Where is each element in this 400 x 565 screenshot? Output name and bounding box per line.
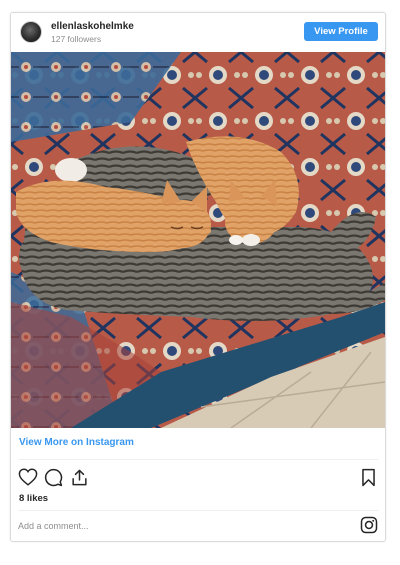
view-more-on-instagram-link[interactable]: View More on Instagram [19,437,134,448]
like-count[interactable]: 8 likes [19,493,48,504]
view-profile-button[interactable]: View Profile [304,22,378,41]
instagram-icon[interactable] [360,516,378,534]
divider [18,510,378,511]
username[interactable]: ellenlaskohelmke [51,21,134,32]
avatar[interactable] [20,21,42,43]
add-comment-input[interactable] [18,517,338,535]
divider [18,459,378,460]
bookmark-icon[interactable] [360,468,377,487]
post-image[interactable] [11,52,385,428]
post-header: ellenlaskohelmke 127 followers View Prof… [11,13,385,51]
share-icon[interactable] [70,468,89,487]
instagram-embed-card: ellenlaskohelmke 127 followers View Prof… [10,12,386,542]
comment-icon[interactable] [44,468,63,487]
heart-icon[interactable] [18,468,38,486]
follower-count: 127 followers [51,34,102,44]
cats-on-rug-image [11,52,385,428]
